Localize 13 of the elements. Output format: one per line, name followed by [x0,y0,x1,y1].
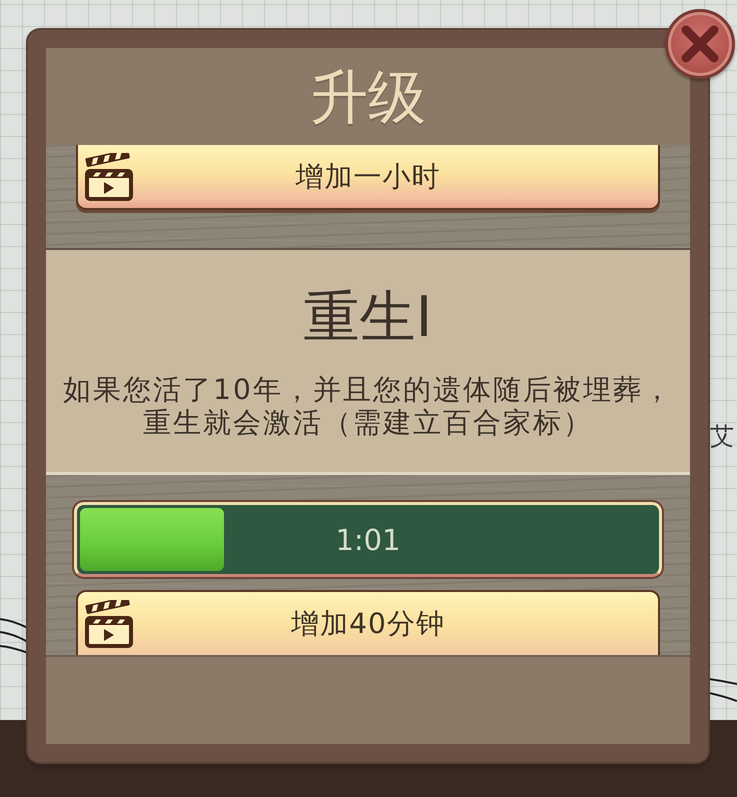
clapperboard-icon [84,600,134,648]
clapperboard-icon [84,152,134,200]
watch-video-button[interactable]: 增加一小时 [76,145,660,210]
dialog-title: 升级 [310,68,426,126]
close-icon [681,25,719,63]
close-button[interactable] [665,9,735,79]
perk-title: 重生I [304,284,432,352]
ink-line-drawing [0,616,28,654]
ink-line-drawing [709,676,737,704]
timer-reading: 1:01 [335,522,401,556]
perk-description: 如果您活了10年，并且您的遗体随后被埋葬，重生就会激活（需建立百合家标） [62,373,674,440]
watch-video-button[interactable]: 增加40分钟 [76,590,660,655]
background-text: 艾 [710,422,734,451]
